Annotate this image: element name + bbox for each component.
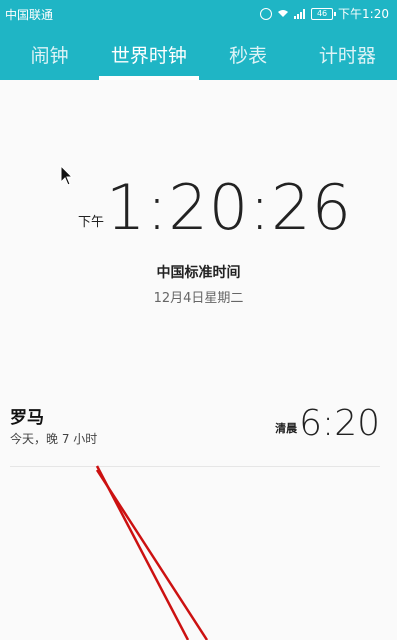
red-annotation-lines — [95, 465, 209, 640]
